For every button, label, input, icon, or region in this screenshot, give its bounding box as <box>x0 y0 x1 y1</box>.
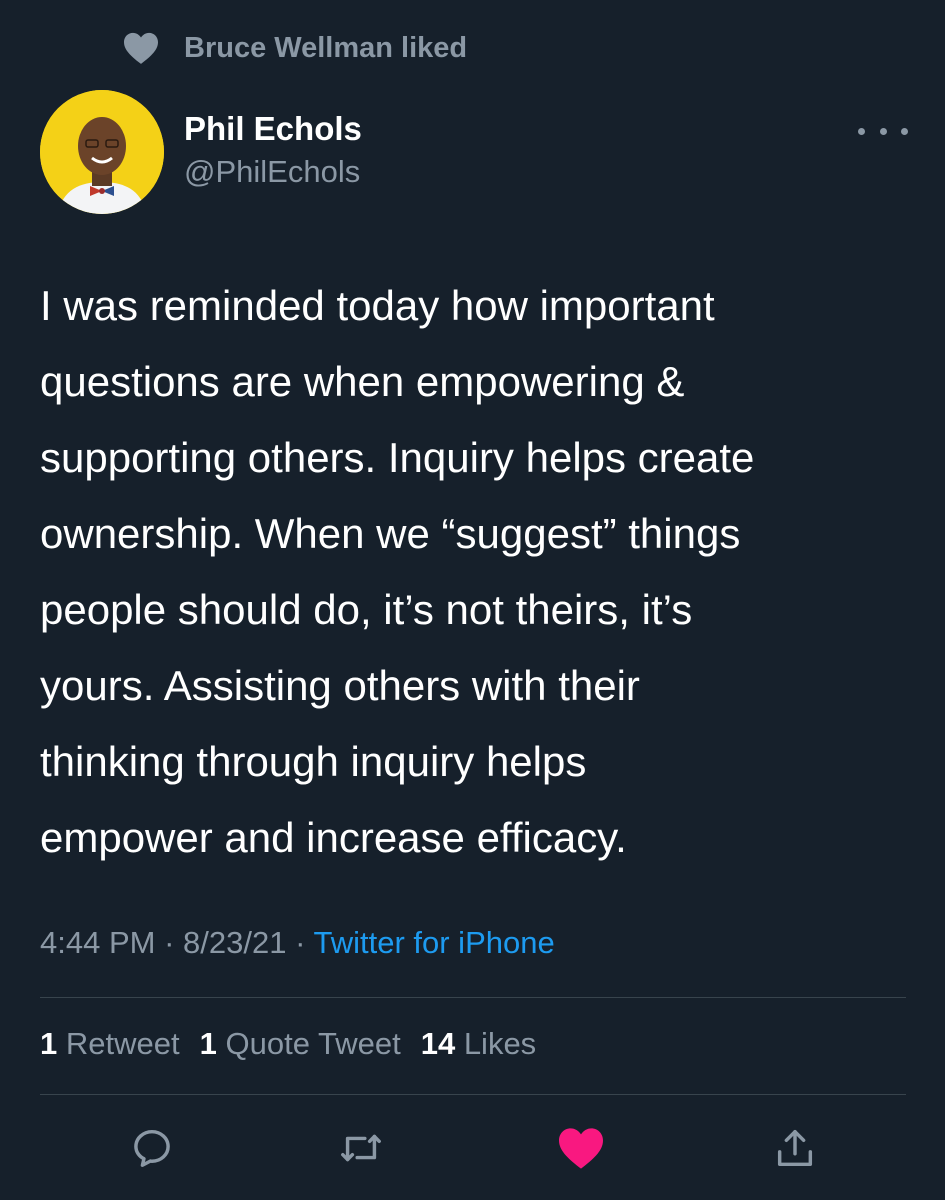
retweet-icon <box>338 1125 384 1171</box>
share-icon <box>772 1125 818 1171</box>
retweet-button[interactable] <box>333 1120 389 1176</box>
divider <box>40 1094 906 1095</box>
likes-count: 14 <box>420 1026 456 1061</box>
tweet-time[interactable]: 4:44 PM <box>40 925 155 960</box>
tweet-source-link[interactable]: Twitter for iPhone <box>313 925 554 960</box>
retweets-stat[interactable]: 1 Retweet <box>40 1026 180 1062</box>
avatar[interactable] <box>40 90 164 214</box>
tweet-meta: 4:44 PM · 8/23/21 · Twitter for iPhone <box>40 925 555 961</box>
tweet-text: I was reminded today how important quest… <box>40 268 920 876</box>
tweet-text-line: people should do, it’s not theirs, it’s <box>40 586 693 633</box>
like-button[interactable] <box>553 1120 609 1176</box>
quote-tweets-count: 1 <box>199 1026 217 1061</box>
reply-button[interactable] <box>124 1120 180 1176</box>
social-context-label: Bruce Wellman liked <box>184 31 468 64</box>
more-horizontal-icon <box>879 127 887 135</box>
reply-icon <box>129 1125 175 1171</box>
tweet-text-line: I was reminded today how important <box>40 282 715 329</box>
more-options-button[interactable] <box>858 116 908 146</box>
quote-tweets-label: Quote Tweet <box>225 1026 401 1061</box>
author-name[interactable]: Phil Echols <box>184 110 362 148</box>
more-horizontal-icon <box>901 127 908 135</box>
meta-separator: · <box>295 925 306 960</box>
tweet-stats: 1 Retweet 1 Quote Tweet 14 Likes <box>40 1026 536 1062</box>
tweet-text-line: questions are when empowering & <box>40 358 685 405</box>
author-handle[interactable]: @PhilEchols <box>184 154 360 190</box>
like-icon-filled <box>557 1126 605 1170</box>
retweets-count: 1 <box>40 1026 58 1061</box>
heart-icon <box>122 31 160 65</box>
tweet-date[interactable]: 8/23/21 <box>183 925 286 960</box>
retweets-label: Retweet <box>65 1026 180 1061</box>
tweet-text-line: empower and increase efficacy. <box>40 814 627 861</box>
quote-tweets-stat[interactable]: 1 Quote Tweet <box>200 1026 401 1062</box>
more-horizontal-icon <box>858 127 865 135</box>
meta-separator: · <box>164 925 175 960</box>
tweet-text-line: supporting others. Inquiry helps create <box>40 434 755 481</box>
tweet-text-line: ownership. When we “suggest” things <box>40 510 741 557</box>
likes-label: Likes <box>463 1026 537 1061</box>
social-context[interactable]: Bruce Wellman liked <box>122 28 467 68</box>
tweet-text-line: thinking through inquiry helps <box>40 738 587 785</box>
share-button[interactable] <box>767 1120 823 1176</box>
likes-stat[interactable]: 14 Likes <box>421 1026 536 1062</box>
divider <box>40 997 906 998</box>
tweet-text-line: yours. Assisting others with their <box>40 662 640 709</box>
